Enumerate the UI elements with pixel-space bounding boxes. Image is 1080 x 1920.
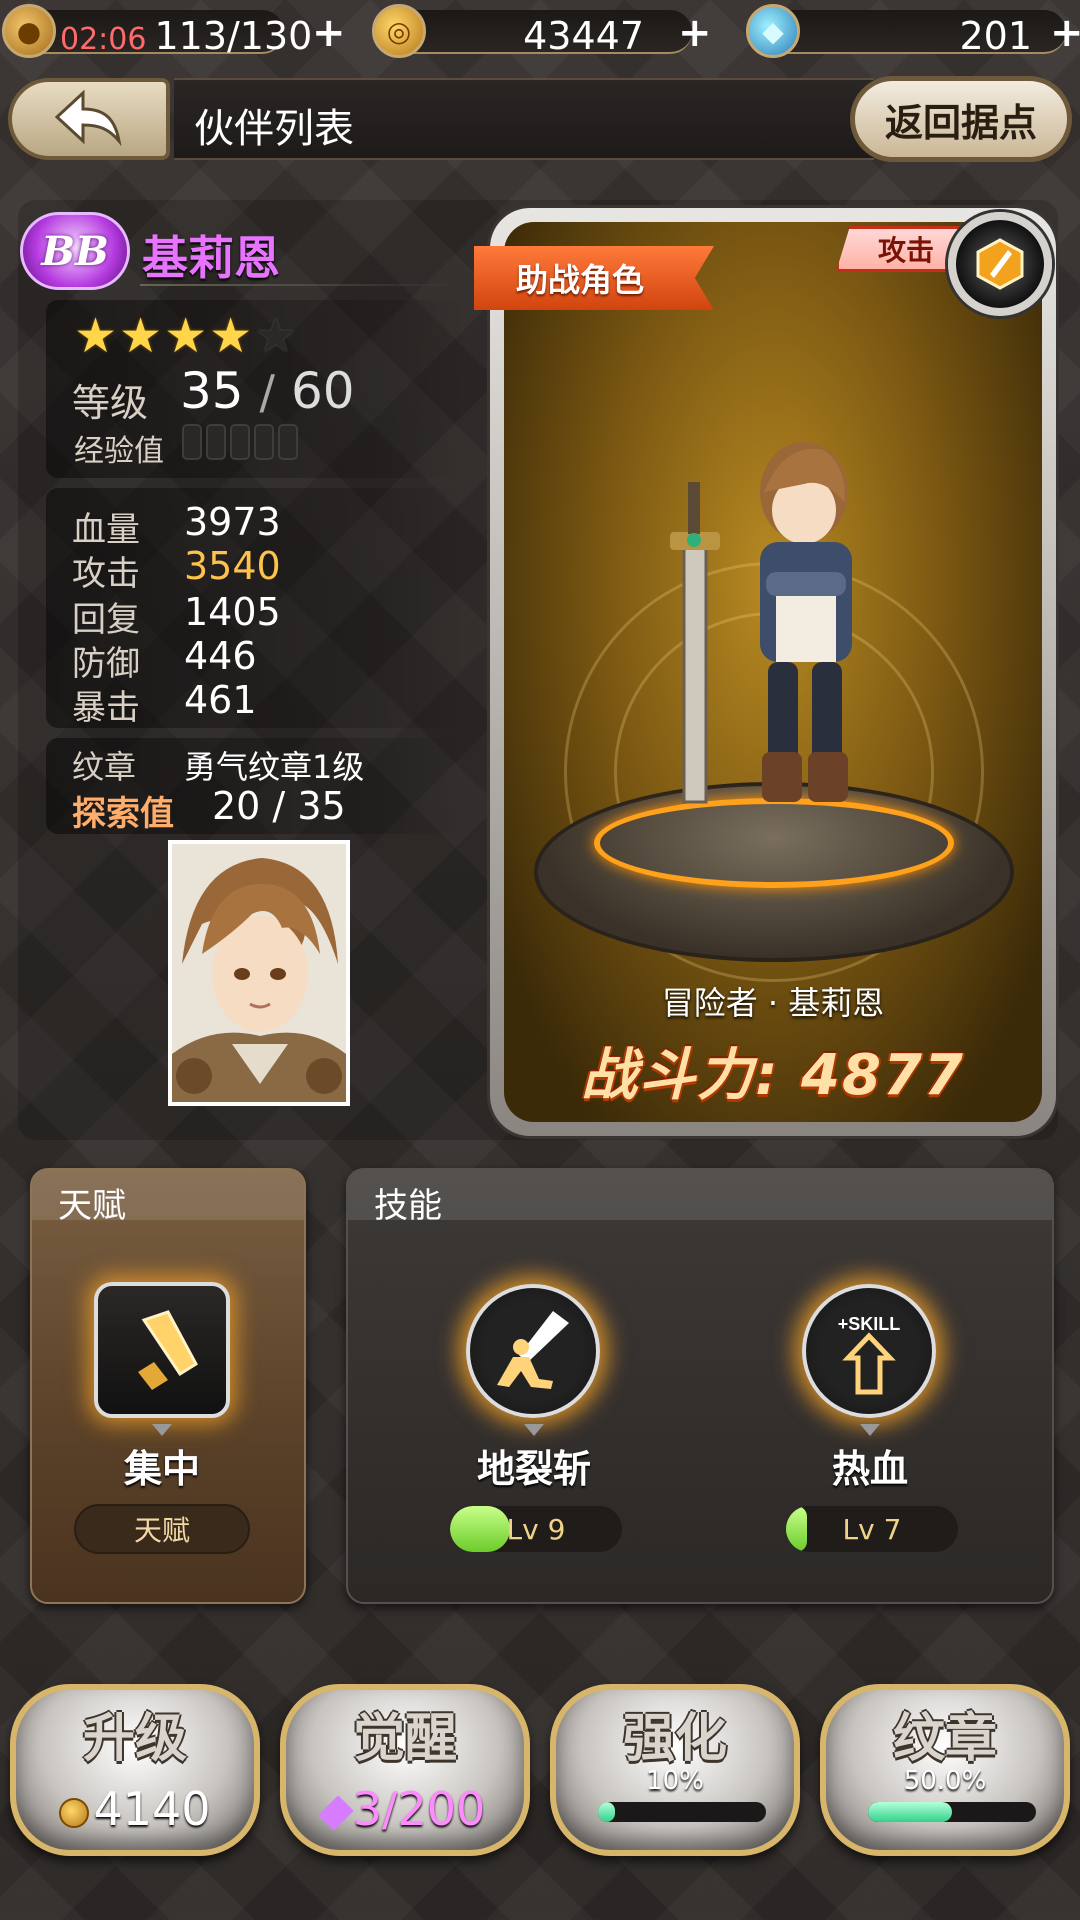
level-up-button[interactable]: 升级 4140 xyxy=(10,1684,260,1856)
skill-1-level: Lv 9 xyxy=(448,1504,624,1554)
talent-tag: 天赋 xyxy=(74,1504,250,1554)
crystal-icon xyxy=(318,1794,354,1831)
exp-label: 经验值 xyxy=(74,434,164,469)
gold-value: 43447 xyxy=(523,14,644,58)
stat-recovery: 回复 1405 xyxy=(72,590,281,640)
gold-coin-icon xyxy=(59,1797,90,1828)
skill-2-level: Lv 7 xyxy=(784,1504,960,1554)
enhance-percent: 10% xyxy=(646,1766,704,1796)
skill-passion-icon[interactable]: +SKILL xyxy=(802,1284,936,1418)
exp-bar xyxy=(182,424,298,460)
awaken-cost: 3/200 xyxy=(352,1782,486,1836)
enhance-button[interactable]: 强化 10% xyxy=(550,1684,800,1856)
emblem-percent: 50.0% xyxy=(903,1766,987,1796)
level-value: 35 / 60 xyxy=(180,362,355,420)
back-arrow-icon xyxy=(54,89,122,147)
combat-power: 战斗力: 4877 xyxy=(581,1043,965,1108)
talent-title: 天赋 xyxy=(58,1186,126,1226)
enhance-progress xyxy=(598,1802,766,1822)
rarity-badge: BB xyxy=(20,212,130,290)
stat-hp: 血量 3973 xyxy=(72,500,281,550)
return-base-button[interactable]: 返回据点 xyxy=(850,76,1072,162)
skill-1-name: 地裂斩 xyxy=(476,1447,591,1491)
blue-gem-icon: ◆ xyxy=(746,4,800,58)
stat-crit: 暴击 461 xyxy=(72,678,257,728)
star-filled-icon: ★ xyxy=(209,308,255,364)
character-portrait[interactable] xyxy=(168,840,350,1106)
emblem-button[interactable]: 纹章 50.0% xyxy=(820,1684,1070,1856)
add-stamina-button[interactable]: + xyxy=(312,10,346,56)
skill-earth-split-icon[interactable] xyxy=(466,1284,600,1418)
star-filled-icon: ★ xyxy=(119,308,165,364)
stat-defense: 防御 446 xyxy=(72,634,257,684)
stats-box: 血量 3973 攻击 3540 回复 1405 防御 446 暴击 461 xyxy=(46,488,466,728)
current-level: 35 xyxy=(180,362,244,420)
gem-resource[interactable]: ◆ 201 + xyxy=(746,4,1080,58)
gold-resource[interactable]: ◎ 43447 + xyxy=(372,4,712,58)
star-rating: ★★★★★ xyxy=(74,308,299,364)
level-up-cost: 4140 xyxy=(93,1782,211,1836)
star-empty-icon: ★ xyxy=(254,308,300,364)
star-filled-icon: ★ xyxy=(164,308,210,364)
emblem-progress xyxy=(868,1802,1036,1822)
gem-value: 201 xyxy=(959,14,1032,58)
awaken-button[interactable]: 觉醒 3/200 xyxy=(280,1684,530,1856)
hero-full-name: 冒险者 · 基莉恩 xyxy=(661,984,885,1022)
skills-title: 技能 xyxy=(374,1186,442,1226)
emblem-box: 纹章 勇气纹章1级 探索值 20 / 35 xyxy=(46,738,466,834)
emblem-row: 纹章 勇气纹章1级 xyxy=(72,748,365,786)
page-header: 伙伴列表 返回据点 xyxy=(8,72,1072,164)
resource-bar: ● 02:06 113/130 + ◎ 43447 + ◆ 201 + xyxy=(0,0,1080,62)
support-role-ribbon: 助战角色 xyxy=(474,246,714,310)
hero-sprite xyxy=(670,442,852,804)
gold-coin-icon: ◎ xyxy=(372,4,426,58)
skill-2-name: 热血 xyxy=(831,1447,908,1491)
star-filled-icon: ★ xyxy=(74,308,120,364)
skill-2-badge: +SKILL xyxy=(838,1314,901,1334)
stamina-bread-icon: ● xyxy=(2,4,56,58)
portrait-image xyxy=(172,844,346,1102)
stat-attack: 攻击 3540 xyxy=(72,544,281,594)
add-gold-button[interactable]: + xyxy=(678,10,712,56)
talent-name: 集中 xyxy=(123,1447,200,1491)
stamina-value: 113/130 xyxy=(154,14,313,58)
max-level: 60 xyxy=(290,362,355,420)
level-box: ★★★★★ 等级 35 / 60 经验值 xyxy=(46,300,466,478)
talent-focus-icon[interactable] xyxy=(94,1282,230,1418)
attack-role-icon xyxy=(948,212,1052,316)
stamina-resource[interactable]: ● 02:06 113/130 + xyxy=(2,4,346,58)
stamina-timer: 02:06 xyxy=(60,22,147,57)
add-gem-button[interactable]: + xyxy=(1050,10,1080,56)
level-label: 等级 xyxy=(72,381,149,425)
page-title: 伙伴列表 xyxy=(194,106,354,152)
explore-row: 探索值 20 / 35 xyxy=(72,784,346,834)
character-name: 基莉恩 xyxy=(142,231,280,285)
back-button[interactable] xyxy=(8,78,170,160)
